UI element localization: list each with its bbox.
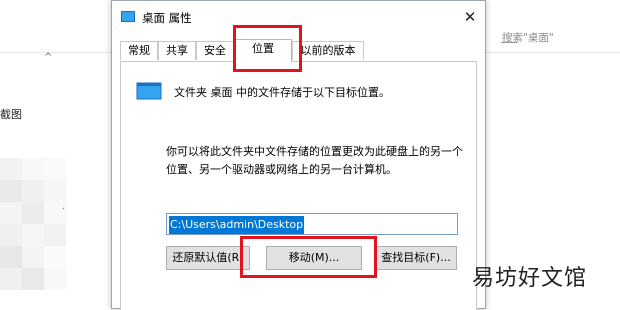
path-value: C:\Users\admin\Desktop xyxy=(169,216,305,234)
find-target-button[interactable]: 查找目标(F)... xyxy=(375,246,457,270)
blurred-sidebar-mosaic xyxy=(0,158,70,308)
chevron-up-icon[interactable]: ^ xyxy=(44,52,52,63)
tab-general[interactable]: 常规 xyxy=(120,41,158,60)
search-placeholder: 搜索"桌面" xyxy=(502,32,554,44)
location-info-text: 文件夹 桌面 中的文件存储于以下目标位置。 xyxy=(174,86,390,99)
tab-sharing[interactable]: 共享 xyxy=(158,41,196,60)
close-icon[interactable]: ✕ xyxy=(458,5,482,29)
tab-previous-versions[interactable]: 以前的版本 xyxy=(292,41,364,60)
restore-default-button[interactable]: 还原默认值(R) xyxy=(166,246,250,270)
desktop-folder-icon xyxy=(121,11,135,22)
location-path-input[interactable]: C:\Users\admin\Desktop xyxy=(166,213,458,235)
dialog-title: 桌面 属性 xyxy=(142,11,192,25)
sidebar-dot: · xyxy=(62,204,66,215)
tab-security[interactable]: 安全 xyxy=(196,41,234,60)
explorer-search-box[interactable]: 搜索"桌面" xyxy=(490,28,620,48)
location-description: 你可以将此文件夹中文件存储的位置更改为此硬盘上的另一个位置、另一个驱动器或网络上… xyxy=(166,145,463,176)
highlight-move-button xyxy=(240,236,377,278)
watermark-text: 易坊好文馆 xyxy=(472,266,588,291)
sidebar-item-screenshots[interactable]: 截图 xyxy=(0,106,22,122)
highlight-location-tab xyxy=(233,25,302,72)
desktop-folder-icon xyxy=(136,82,162,100)
